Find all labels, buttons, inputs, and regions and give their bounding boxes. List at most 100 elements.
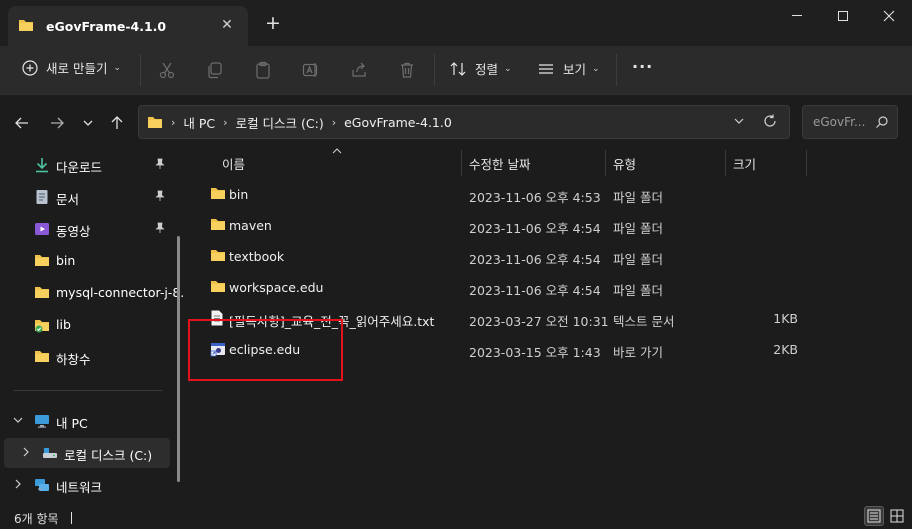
item-count: 6개 항목 xyxy=(14,512,59,526)
folder-icon xyxy=(210,279,226,295)
chevron-down-icon: ⌄ xyxy=(504,63,512,74)
minimize-button[interactable] xyxy=(774,0,820,32)
column-header-size[interactable]: 크기 xyxy=(733,150,756,176)
search-input[interactable]: eGovFr... xyxy=(802,105,898,139)
chevron-right-icon[interactable]: › xyxy=(223,116,227,129)
sidebar-item-local-disk[interactable]: 로컬 디스크 (C:) xyxy=(4,438,170,468)
file-name: maven xyxy=(229,218,272,233)
file-modified: 2023-03-15 오후 1:43 xyxy=(469,345,601,360)
close-window-button[interactable] xyxy=(866,0,912,32)
chevron-down-icon[interactable] xyxy=(12,414,26,428)
pin-icon[interactable] xyxy=(154,158,168,172)
sidebar-item-label: 하창수 xyxy=(56,352,91,367)
column-header-label: 이름 xyxy=(222,156,246,172)
arrow-left-icon xyxy=(15,117,28,129)
maximize-button[interactable] xyxy=(820,0,866,32)
sidebar-item-label: lib xyxy=(56,317,71,332)
refresh-button[interactable] xyxy=(763,114,777,128)
column-divider[interactable] xyxy=(605,150,606,176)
share-button[interactable] xyxy=(348,59,370,81)
file-size: 2KB xyxy=(773,342,798,357)
chevron-right-icon[interactable] xyxy=(12,478,26,492)
column-divider[interactable] xyxy=(461,150,462,176)
file-type: 파일 폴더 xyxy=(613,221,663,236)
column-header-modified[interactable]: 수정한 날짜 xyxy=(469,150,530,176)
sort-button-label: 정렬 xyxy=(475,62,499,77)
folder-icon xyxy=(210,248,226,264)
sidebar-item-videos[interactable]: 동영상 xyxy=(4,214,170,244)
forward-button[interactable] xyxy=(47,113,67,133)
new-button[interactable]: 새로 만들기 ⌄ xyxy=(22,58,121,77)
highlight-annotation xyxy=(188,319,343,381)
sort-button[interactable]: 정렬 ⌄ xyxy=(450,59,512,78)
back-button[interactable] xyxy=(12,113,32,133)
sidebar-item-lib[interactable]: lib xyxy=(4,310,170,340)
trash-icon xyxy=(401,62,413,78)
breadcrumb-my-pc[interactable]: 내 PC xyxy=(183,113,215,132)
new-button-label: 새로 만들기 xyxy=(46,61,108,76)
copy-button[interactable] xyxy=(204,59,226,81)
breadcrumb-egovframe[interactable]: eGovFrame-4.1.0 xyxy=(344,115,452,130)
navigation-pane: 다운로드 문서 동영상 bin mysql-connector-j-8. lib… xyxy=(0,150,186,504)
pin-icon[interactable] xyxy=(154,222,168,236)
tiles-view-button[interactable] xyxy=(887,506,907,526)
folder-icon xyxy=(18,18,34,35)
column-divider[interactable] xyxy=(725,150,726,176)
up-button[interactable] xyxy=(107,113,127,133)
new-tab-button[interactable]: + xyxy=(262,12,284,34)
plus-circle-icon xyxy=(22,59,38,76)
network-icon xyxy=(34,477,50,493)
address-history-button[interactable] xyxy=(733,115,745,127)
recent-locations-button[interactable] xyxy=(78,113,98,133)
file-row-maven[interactable]: maven 2023-11-06 오후 4:54 파일 폴더 xyxy=(192,210,912,241)
tab-egovframe[interactable]: eGovFrame-4.1.0 ✕ xyxy=(8,6,248,46)
sidebar-item-label: bin xyxy=(56,253,76,268)
close-tab-icon[interactable]: ✕ xyxy=(218,16,236,34)
folder-icon xyxy=(34,349,50,365)
file-modified: 2023-11-06 오후 4:54 xyxy=(469,283,601,298)
minimize-icon xyxy=(792,15,802,16)
sidebar-item-label: 내 PC xyxy=(56,416,88,431)
sidebar-item-bin[interactable]: bin xyxy=(4,246,170,276)
sidebar-item-mysql-connector[interactable]: mysql-connector-j-8. xyxy=(4,278,184,308)
search-icon xyxy=(875,115,889,129)
sidebar-item-hachangsu[interactable]: 하창수 xyxy=(4,342,170,372)
file-type: 파일 폴더 xyxy=(613,283,663,298)
file-row-workspace[interactable]: workspace.edu 2023-11-06 오후 4:54 파일 폴더 xyxy=(192,272,912,303)
file-name: textbook xyxy=(229,249,285,264)
folder-icon xyxy=(34,285,50,301)
address-bar[interactable]: › 내 PC › 로컬 디스크 (C:) › eGovFrame-4.1.0 xyxy=(138,105,790,139)
file-modified: 2023-03-27 오전 10:31 xyxy=(469,314,609,329)
column-divider[interactable] xyxy=(806,150,807,176)
sort-ascending-icon xyxy=(332,147,342,158)
sidebar-scrollbar[interactable] xyxy=(177,236,180,482)
sidebar-item-network[interactable]: 네트워크 xyxy=(4,470,170,500)
view-button[interactable]: 보기 ⌄ xyxy=(538,59,600,78)
sidebar-divider xyxy=(14,390,162,391)
file-type: 텍스트 문서 xyxy=(613,314,675,329)
details-view-icon xyxy=(867,509,881,523)
breadcrumb-local-disk[interactable]: 로컬 디스크 (C:) xyxy=(236,113,324,132)
file-row-textbook[interactable]: textbook 2023-11-06 오후 4:54 파일 폴더 xyxy=(192,241,912,272)
column-header-label: 유형 xyxy=(613,156,637,172)
details-view-button[interactable] xyxy=(864,506,884,526)
chevron-down-icon xyxy=(734,118,744,124)
file-row-bin[interactable]: bin 2023-11-06 오후 4:53 파일 폴더 xyxy=(192,179,912,210)
column-header-name[interactable]: 이름 xyxy=(222,150,245,176)
pin-icon[interactable] xyxy=(154,190,168,204)
cut-button[interactable] xyxy=(156,59,178,81)
rename-button[interactable] xyxy=(300,59,322,81)
video-icon xyxy=(34,221,50,237)
delete-button[interactable] xyxy=(396,59,418,81)
sidebar-item-documents[interactable]: 문서 xyxy=(4,182,170,212)
sort-icon xyxy=(450,61,466,76)
sidebar-item-this-pc[interactable]: 내 PC xyxy=(4,406,170,436)
folder-icon xyxy=(34,253,50,269)
file-name: workspace.edu xyxy=(229,280,324,295)
paste-button[interactable] xyxy=(252,59,274,81)
column-header-type[interactable]: 유형 xyxy=(613,150,636,176)
more-options-button[interactable]: ··· xyxy=(632,57,653,76)
chevron-right-icon[interactable]: › xyxy=(332,116,336,129)
sidebar-item-downloads[interactable]: 다운로드 xyxy=(4,150,170,180)
chevron-right-icon[interactable] xyxy=(20,446,34,460)
